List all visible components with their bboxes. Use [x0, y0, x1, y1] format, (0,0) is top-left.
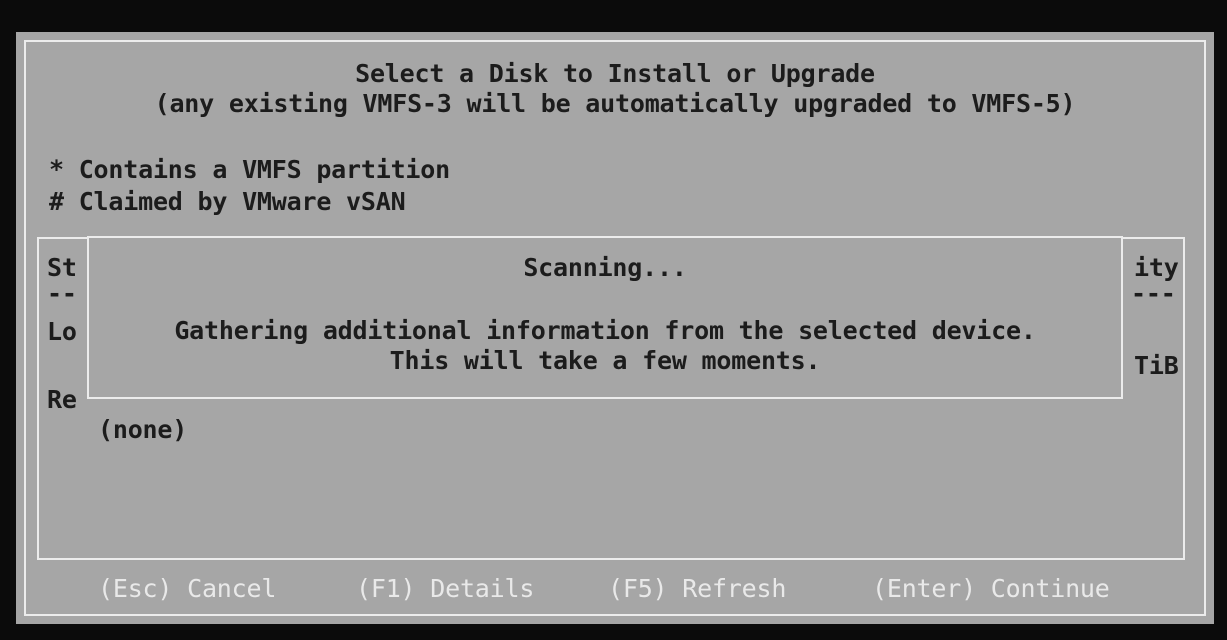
cancel-button[interactable]: (Esc) Cancel [98, 574, 276, 604]
dialog-message-line1: Gathering additional information from th… [174, 316, 1036, 345]
column-separator-storage: -- [47, 279, 77, 308]
dialog-title: Scanning... [523, 253, 687, 282]
legend-vmfs: * Contains a VMFS partition [49, 155, 450, 184]
dialog-message-line2: This will take a few moments. [389, 346, 821, 375]
legend-vsan: # Claimed by VMware vSAN [49, 187, 406, 216]
page-title: Select a Disk to Install or Upgrade [355, 59, 875, 88]
capacity-unit: TiB [1134, 351, 1179, 380]
details-button[interactable]: (F1) Details [356, 574, 534, 604]
page-subtitle: (any existing VMFS-3 will be automatical… [154, 89, 1076, 118]
refresh-button[interactable]: (F5) Refresh [608, 574, 786, 604]
section-label-remote: Re [47, 385, 77, 414]
console-screen: Select a Disk to Install or Upgrade (any… [0, 0, 1227, 640]
remote-none-item: (none) [98, 415, 188, 444]
continue-button[interactable]: (Enter) Continue [872, 574, 1110, 604]
column-separator-capacity: --- [1131, 279, 1176, 308]
section-label-local: Lo [47, 317, 77, 346]
